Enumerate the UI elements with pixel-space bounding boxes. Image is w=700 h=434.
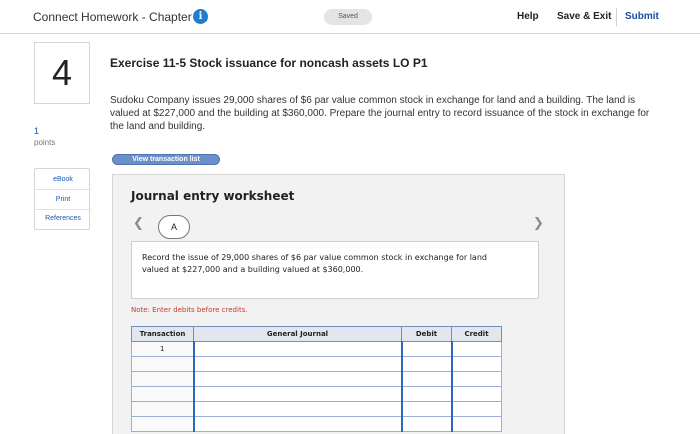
divider bbox=[35, 209, 91, 210]
debit-input[interactable] bbox=[400, 416, 452, 432]
column-header-transaction: Transaction bbox=[131, 326, 194, 342]
saved-status-badge: Saved bbox=[324, 9, 372, 25]
debit-input[interactable] bbox=[400, 371, 452, 387]
transaction-cell bbox=[131, 401, 194, 417]
top-bar: Connect Homework - Chapter 11 i Saved He… bbox=[0, 0, 700, 34]
references-link[interactable]: References bbox=[35, 215, 91, 222]
transaction-cell bbox=[131, 416, 194, 432]
table-row bbox=[131, 371, 502, 387]
exercise-title: Exercise 11-5 Stock issuance for noncash… bbox=[110, 56, 428, 70]
transaction-cell bbox=[131, 371, 194, 387]
points-label: points bbox=[34, 138, 56, 147]
credit-input[interactable] bbox=[450, 341, 502, 357]
view-transaction-list-button[interactable]: View transaction list bbox=[112, 154, 220, 165]
print-link[interactable]: Print bbox=[35, 196, 91, 203]
instruction-box: Record the issue of 29,000 shares of $6 … bbox=[131, 241, 539, 299]
table-row bbox=[131, 416, 502, 432]
instruction-text: Record the issue of 29,000 shares of $6 … bbox=[142, 253, 487, 274]
column-header-credit: Credit bbox=[451, 326, 502, 342]
points-value: 1 bbox=[34, 126, 40, 136]
credit-input[interactable] bbox=[450, 371, 502, 387]
resources-panel: eBook Print References bbox=[34, 168, 91, 230]
column-header-debit: Debit bbox=[401, 326, 452, 342]
debit-input[interactable] bbox=[400, 356, 452, 372]
credit-input[interactable] bbox=[450, 401, 502, 417]
table-row: 1 bbox=[131, 341, 502, 357]
submit-button[interactable]: Submit bbox=[625, 11, 659, 22]
credit-input[interactable] bbox=[450, 386, 502, 402]
chevron-right-icon[interactable]: ❯ bbox=[533, 215, 544, 231]
question-number: 4 bbox=[34, 42, 90, 104]
help-button[interactable]: Help bbox=[517, 11, 539, 22]
chevron-left-icon[interactable]: ❮ bbox=[133, 215, 144, 231]
transaction-cell bbox=[131, 386, 194, 402]
transaction-cell: 1 bbox=[131, 341, 194, 357]
credit-input[interactable] bbox=[450, 356, 502, 372]
divider bbox=[35, 189, 91, 190]
ebook-link[interactable]: eBook bbox=[35, 176, 91, 183]
general-journal-input[interactable] bbox=[192, 371, 402, 387]
table-row bbox=[131, 401, 502, 417]
debit-input[interactable] bbox=[400, 341, 452, 357]
table-row bbox=[131, 386, 502, 402]
general-journal-input[interactable] bbox=[192, 356, 402, 372]
credit-input[interactable] bbox=[450, 416, 502, 432]
general-journal-input[interactable] bbox=[192, 386, 402, 402]
save-exit-button[interactable]: Save & Exit bbox=[557, 11, 611, 22]
general-journal-input[interactable] bbox=[192, 341, 402, 357]
general-journal-input[interactable] bbox=[192, 416, 402, 432]
column-header-general-journal: General Journal bbox=[193, 326, 402, 342]
debit-input[interactable] bbox=[400, 386, 452, 402]
table-row bbox=[131, 356, 502, 372]
general-journal-input[interactable] bbox=[192, 401, 402, 417]
info-icon[interactable]: i bbox=[193, 9, 208, 24]
journal-table: Transaction General Journal Debit Credit… bbox=[131, 326, 502, 432]
note-text: Note: Enter debits before credits. bbox=[131, 306, 248, 314]
assignment-title: Connect Homework - Chapter 11 bbox=[33, 10, 208, 24]
transaction-tab-a[interactable]: A bbox=[158, 215, 190, 239]
debit-input[interactable] bbox=[400, 401, 452, 417]
transaction-cell bbox=[131, 356, 194, 372]
question-text: Sudoku Company issues 29,000 shares of $… bbox=[110, 95, 650, 132]
divider bbox=[616, 8, 617, 26]
worksheet-title: Journal entry worksheet bbox=[131, 189, 295, 203]
journal-entry-worksheet: Journal entry worksheet ❮ A ❯ Record the… bbox=[112, 174, 565, 434]
